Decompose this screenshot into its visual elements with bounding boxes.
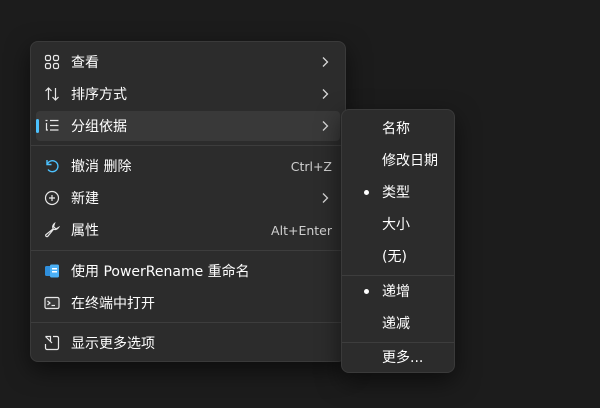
- new-plus-icon: [44, 190, 60, 206]
- menu-item-label: 在终端中打开: [71, 296, 155, 312]
- menu-item-label: 查看: [71, 55, 99, 71]
- submenu-item-label: 更多...: [382, 350, 424, 366]
- grid-icon: [44, 54, 60, 70]
- submenu-item-ascending[interactable]: 递增: [347, 276, 449, 306]
- separator: [31, 145, 345, 146]
- submenu-item-label: 大小: [382, 217, 410, 233]
- submenu-item-label: 修改日期: [382, 153, 438, 169]
- menu-item-label: 新建: [71, 191, 99, 207]
- group-by-submenu: 名称 修改日期 类型 大小 (无) 递增 递减 更多...: [341, 109, 455, 373]
- separator: [31, 250, 345, 251]
- separator: [31, 322, 345, 323]
- menu-item-show-more-options[interactable]: 显示更多选项: [36, 328, 340, 358]
- submenu-item-label: 递减: [382, 316, 410, 332]
- terminal-icon: [44, 295, 60, 311]
- menu-item-label: 排序方式: [71, 87, 127, 103]
- menu-item-label: 分组依据: [71, 119, 127, 135]
- submenu-item-label: 类型: [382, 185, 410, 201]
- menu-item-properties[interactable]: 属性 Alt+Enter: [36, 215, 340, 245]
- chevron-right-icon: [322, 193, 329, 203]
- group-list-icon: [44, 118, 60, 134]
- shortcut-text: Ctrl+Z: [290, 158, 332, 174]
- submenu-item-label: 递增: [382, 284, 410, 300]
- submenu-item-more[interactable]: 更多...: [347, 342, 449, 372]
- menu-item-new[interactable]: 新建: [36, 183, 340, 213]
- menu-item-label: 属性: [71, 223, 99, 239]
- submenu-item-size[interactable]: 大小: [347, 209, 449, 239]
- shortcut-text: Alt+Enter: [271, 222, 332, 238]
- submenu-item-descending[interactable]: 递减: [347, 308, 449, 338]
- menu-item-view[interactable]: 查看: [36, 47, 340, 77]
- submenu-item-none[interactable]: (无): [347, 241, 449, 271]
- menu-item-group-by[interactable]: 分组依据: [36, 111, 340, 141]
- menu-item-label: 显示更多选项: [71, 336, 155, 352]
- show-more-icon: [44, 335, 60, 351]
- powerrename-icon: [44, 263, 60, 279]
- submenu-item-label: 名称: [382, 121, 410, 137]
- chevron-right-icon: [322, 57, 329, 67]
- chevron-right-icon: [322, 121, 329, 131]
- submenu-item-name[interactable]: 名称: [347, 113, 449, 143]
- menu-item-sort[interactable]: 排序方式: [36, 79, 340, 109]
- sort-icon: [44, 86, 60, 102]
- context-menu: 查看 排序方式 分组依据 撤消 删除 Ctrl+Z 新建 属性 Alt+Ente…: [30, 41, 346, 362]
- menu-item-undo-delete[interactable]: 撤消 删除 Ctrl+Z: [36, 151, 340, 181]
- submenu-item-label: (无): [382, 249, 407, 265]
- undo-icon: [44, 158, 60, 174]
- menu-item-label: 使用 PowerRename 重命名: [71, 264, 250, 280]
- submenu-item-type[interactable]: 类型: [347, 177, 449, 207]
- menu-item-label: 撤消 删除: [71, 159, 132, 175]
- menu-item-open-terminal[interactable]: 在终端中打开: [36, 288, 340, 318]
- selected-bullet-icon: [364, 190, 369, 195]
- selected-bullet-icon: [364, 289, 369, 294]
- menu-item-powerrename[interactable]: 使用 PowerRename 重命名: [36, 256, 340, 286]
- chevron-right-icon: [322, 89, 329, 99]
- submenu-item-date-modified[interactable]: 修改日期: [347, 145, 449, 175]
- wrench-icon: [44, 222, 60, 238]
